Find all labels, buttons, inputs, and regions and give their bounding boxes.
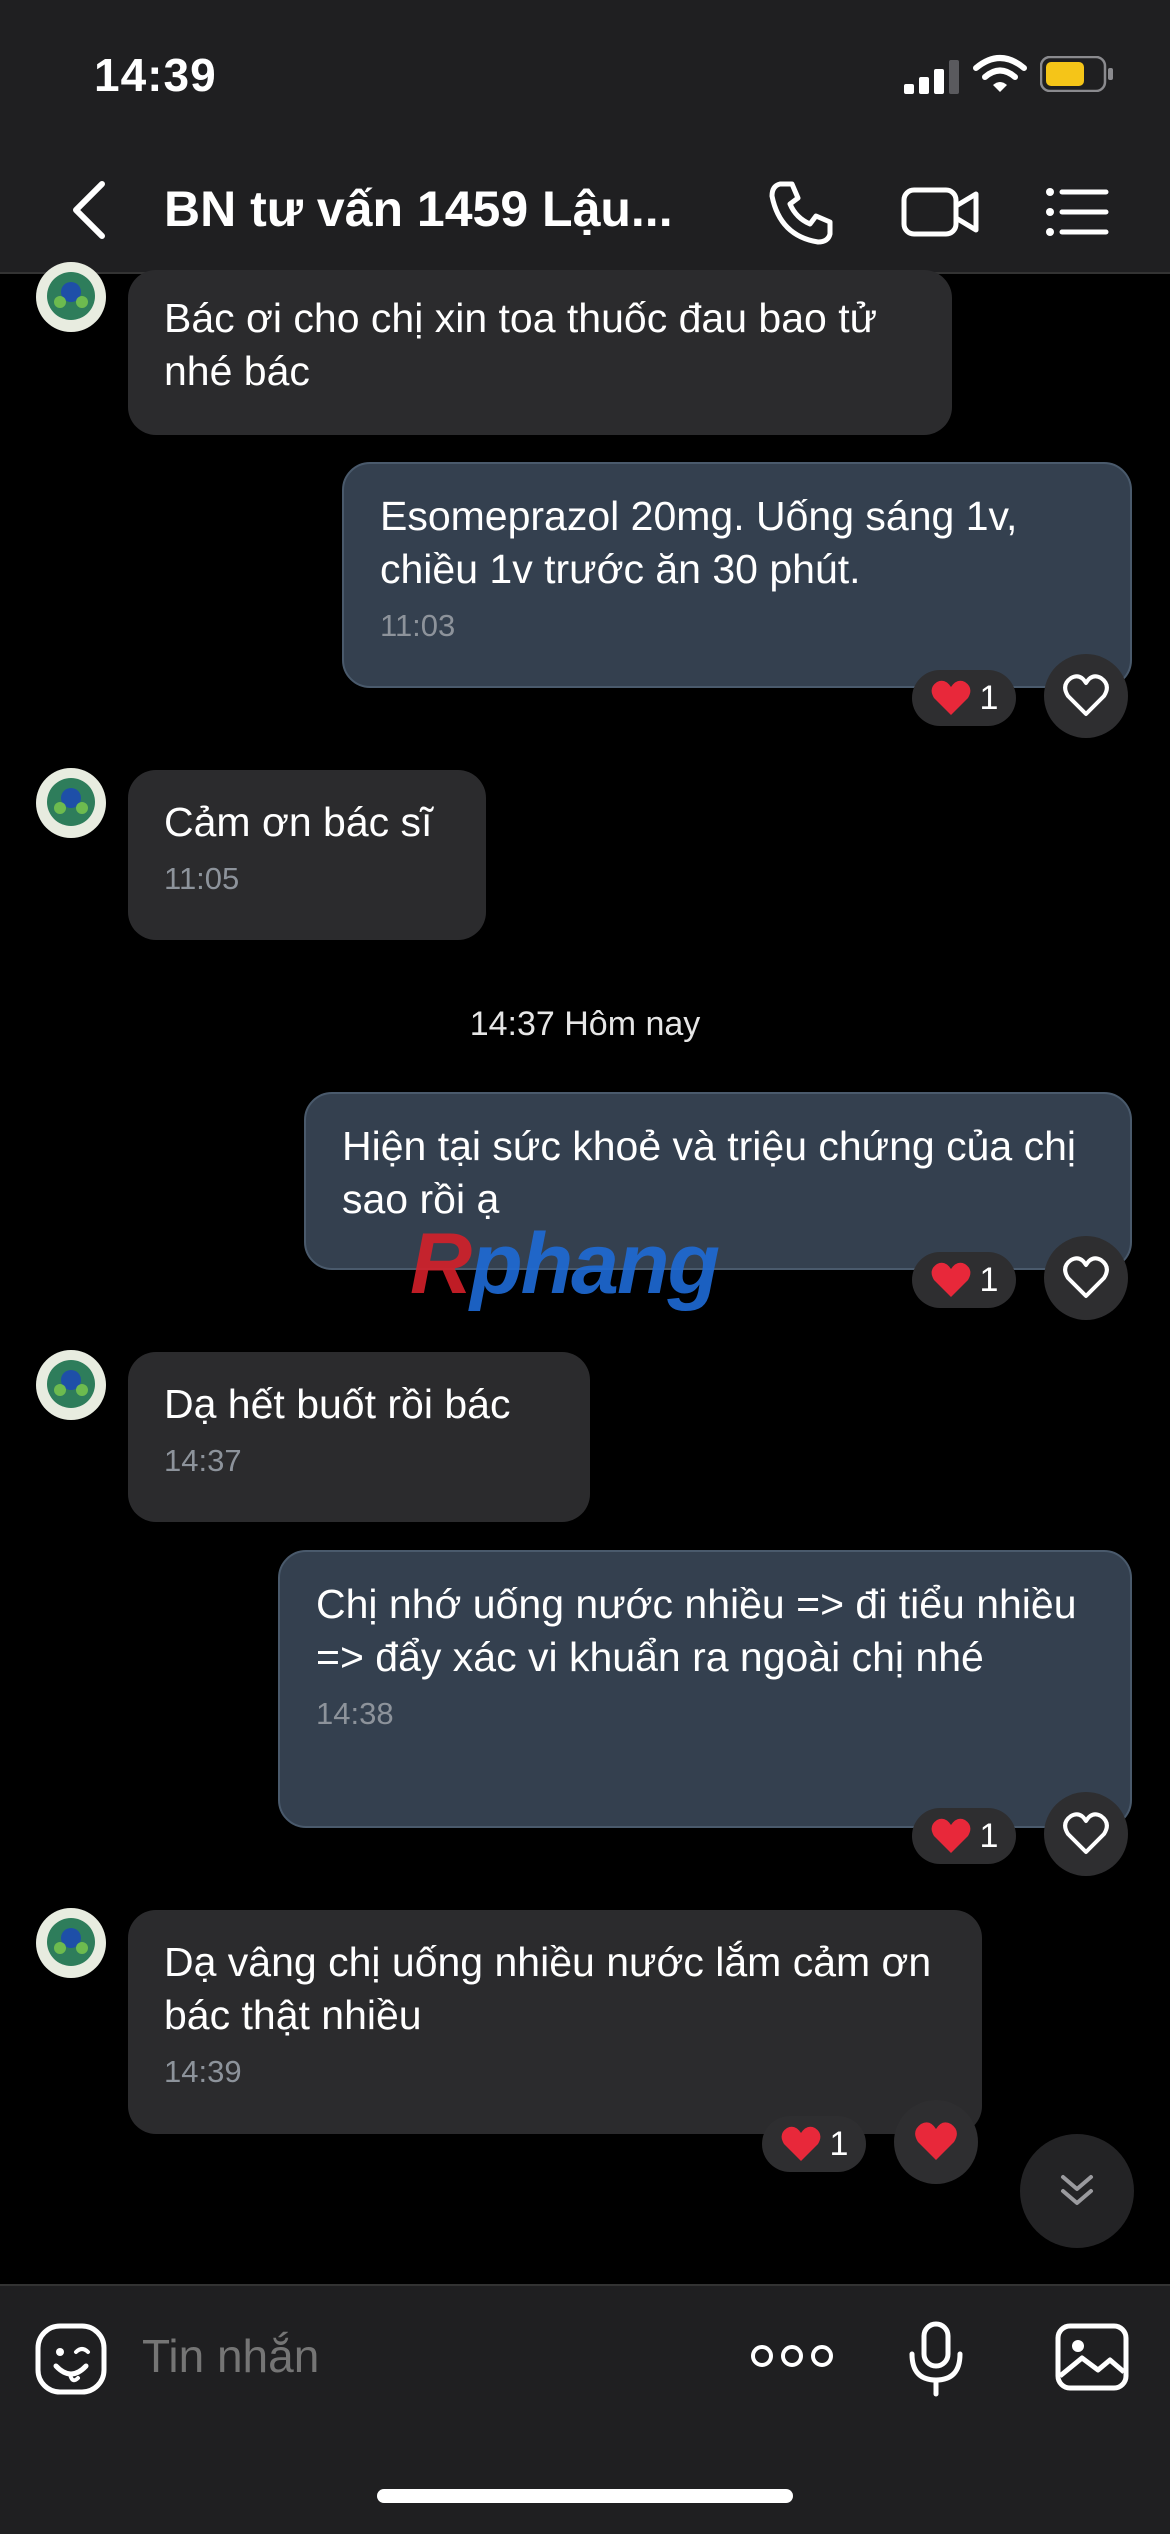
back-icon[interactable]: [60, 178, 120, 242]
message-input[interactable]: [140, 2328, 704, 2384]
message-incoming[interactable]: Dạ hết buốt rồi bác 14:37: [128, 1352, 590, 1522]
phone-icon[interactable]: [766, 176, 838, 248]
avatar[interactable]: [36, 1908, 106, 1978]
message-text: Dạ vâng chị uống nhiều nước lắm cảm ơn b…: [164, 1939, 932, 2038]
microphone-icon[interactable]: [900, 2320, 972, 2398]
message-text: Bác ơi cho chị xin toa thuốc đau bao tử …: [164, 295, 878, 394]
reaction-summary[interactable]: 1: [912, 1808, 1016, 1864]
reaction-summary[interactable]: 1: [762, 2116, 866, 2172]
message-time: 11:03: [380, 608, 456, 643]
message-outgoing[interactable]: Chị nhớ uống nước nhiều => đi tiểu nhiều…: [278, 1550, 1132, 1828]
heart-outline-icon: [1063, 674, 1109, 716]
react-button[interactable]: [894, 2100, 978, 2184]
home-indicator: [377, 2489, 793, 2503]
avatar[interactable]: [36, 262, 106, 332]
message-time: 14:37: [164, 1443, 242, 1478]
status-bar: 14:39: [0, 0, 1170, 150]
chat-title[interactable]: BN tư vấn 1459 Lậu...: [164, 180, 724, 238]
react-button[interactable]: [1044, 1236, 1128, 1320]
message-incoming[interactable]: Dạ vâng chị uống nhiều nước lắm cảm ơn b…: [128, 1910, 982, 2134]
message-text: Cảm ơn bác sĩ: [164, 799, 433, 845]
heart-icon: [931, 1818, 970, 1853]
image-icon[interactable]: [1054, 2322, 1130, 2392]
menu-list-icon[interactable]: [1044, 176, 1110, 248]
more-dots-icon[interactable]: [750, 2336, 834, 2376]
message-time: 14:38: [316, 1696, 394, 1731]
chevron-double-down-icon: [1061, 2175, 1093, 2205]
scroll-to-bottom-button[interactable]: [1020, 2134, 1134, 2248]
heart-outline-icon: [1063, 1812, 1109, 1854]
status-time: 14:39: [94, 49, 217, 101]
heart-icon: [915, 2122, 957, 2160]
avatar[interactable]: [36, 768, 106, 838]
reaction-count: 1: [979, 678, 999, 717]
chat-header: BN tư vấn 1459 Lậu...: [0, 150, 1170, 274]
message-text: Esomeprazol 20mg. Uống sáng 1v, chiều 1v…: [380, 493, 1018, 592]
heart-icon: [781, 2126, 820, 2161]
message-incoming[interactable]: Bác ơi cho chị xin toa thuốc đau bao tử …: [128, 270, 952, 435]
message-time: 11:05: [164, 861, 240, 896]
message-time: 14:39: [164, 2054, 242, 2089]
cellular-signal-icon: [904, 60, 959, 94]
message-incoming[interactable]: Cảm ơn bác sĩ 11:05: [128, 770, 486, 940]
watermark-logo: Rphang: [410, 1216, 720, 1312]
date-divider: 14:37 Hôm nay: [469, 1005, 701, 1043]
wifi-icon: [973, 55, 1027, 92]
react-button[interactable]: [1044, 1792, 1128, 1876]
message-text: Chị nhớ uống nước nhiều => đi tiểu nhiều…: [316, 1581, 1077, 1680]
react-button[interactable]: [1044, 654, 1128, 738]
heart-icon: [931, 680, 970, 715]
avatar[interactable]: [36, 1350, 106, 1420]
message-outgoing[interactable]: Esomeprazol 20mg. Uống sáng 1v, chiều 1v…: [342, 462, 1132, 688]
message-text: Hiện tại sức khoẻ và triệu chứng của chị…: [342, 1123, 1077, 1222]
heart-outline-icon: [1063, 1256, 1109, 1298]
heart-icon: [931, 1262, 970, 1297]
message-text: Dạ hết buốt rồi bác: [164, 1381, 511, 1427]
battery-icon: [1040, 56, 1113, 92]
video-call-icon[interactable]: [900, 176, 980, 248]
reaction-summary[interactable]: 1: [912, 670, 1016, 726]
reaction-count: 1: [979, 1260, 999, 1299]
emoji-icon[interactable]: [34, 2322, 108, 2396]
reaction-count: 1: [979, 1816, 999, 1855]
reaction-summary[interactable]: 1: [912, 1252, 1016, 1308]
reaction-count: 1: [829, 2124, 849, 2163]
